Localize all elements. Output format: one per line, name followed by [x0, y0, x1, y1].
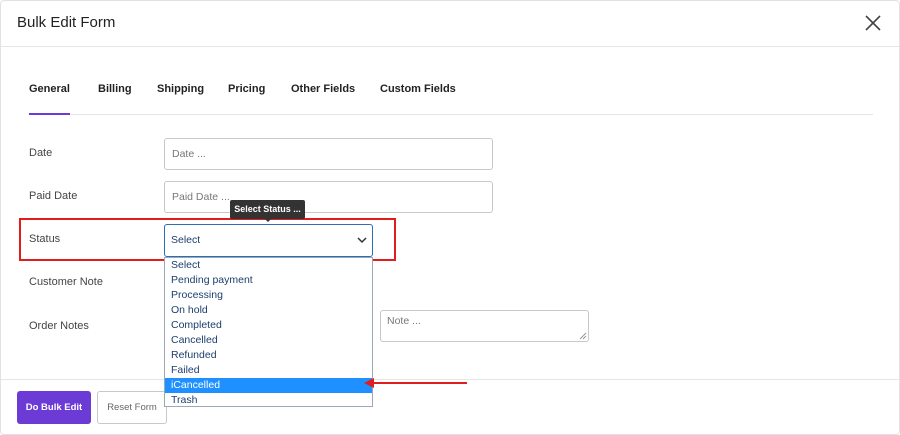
status-option-trash[interactable]: Trash	[165, 393, 372, 408]
status-option-failed[interactable]: Failed	[165, 363, 372, 378]
date-input[interactable]: Date ...	[164, 138, 493, 170]
do-bulk-edit-button[interactable]: Do Bulk Edit	[17, 391, 91, 424]
bulk-edit-modal: Bulk Edit Form General Billing Shipping …	[0, 0, 900, 435]
status-dropdown-list: Select Pending payment Processing On hol…	[164, 257, 373, 407]
active-tab-indicator	[29, 113, 70, 115]
tab-general[interactable]: General	[29, 83, 70, 95]
tooltip-arrow	[264, 218, 272, 222]
status-label: Status	[29, 233, 61, 245]
modal-header: Bulk Edit Form	[1, 1, 899, 47]
status-option-pending-payment[interactable]: Pending payment	[165, 273, 372, 288]
resize-grip-icon[interactable]	[579, 332, 587, 340]
tab-shipping[interactable]: Shipping	[157, 83, 204, 95]
arrow-left-icon	[364, 378, 467, 388]
tab-custom-fields[interactable]: Custom Fields	[380, 83, 456, 95]
tab-bar: General Billing Shipping Pricing Other F…	[29, 75, 873, 115]
status-option-on-hold[interactable]: On hold	[165, 303, 372, 318]
status-option-select[interactable]: Select	[165, 258, 372, 273]
status-option-refunded[interactable]: Refunded	[165, 348, 372, 363]
status-option-cancelled[interactable]: Cancelled	[165, 333, 372, 348]
reset-form-button[interactable]: Reset Form	[97, 391, 167, 424]
paid-date-input[interactable]: Paid Date ...	[164, 181, 493, 213]
chevron-down-icon[interactable]	[357, 237, 367, 244]
paid-date-label: Paid Date	[29, 190, 78, 202]
tab-other-fields[interactable]: Other Fields	[291, 83, 355, 95]
tab-pricing[interactable]: Pricing	[228, 83, 265, 95]
status-tooltip: Select Status ...	[230, 200, 305, 219]
order-notes-textarea[interactable]: Note ...	[380, 310, 589, 342]
order-notes-label: Order Notes	[29, 320, 89, 332]
tab-billing[interactable]: Billing	[98, 83, 132, 95]
date-label: Date	[29, 147, 53, 159]
status-option-processing[interactable]: Processing	[165, 288, 372, 303]
modal-title: Bulk Edit Form	[17, 14, 116, 31]
customer-note-label: Customer Note	[29, 276, 103, 288]
status-select[interactable]: Select	[164, 224, 373, 257]
status-option-icancelled[interactable]: iCancelled	[165, 378, 372, 393]
status-option-completed[interactable]: Completed	[165, 318, 372, 333]
close-icon[interactable]	[863, 13, 883, 33]
